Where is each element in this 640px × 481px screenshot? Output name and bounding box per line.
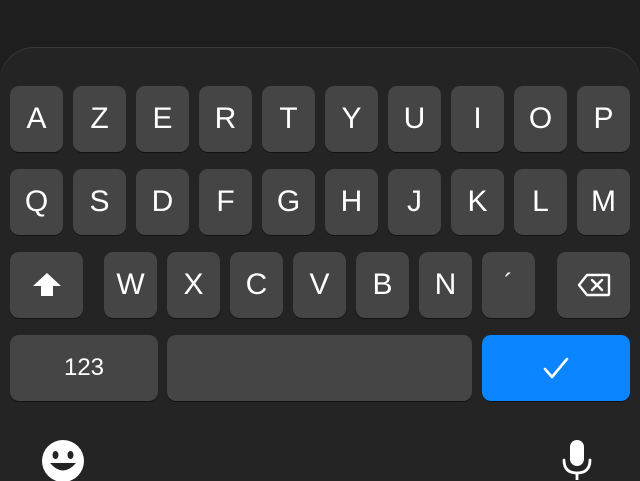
key-f[interactable]: F — [199, 169, 252, 235]
key-d[interactable]: D — [136, 169, 189, 235]
key-y[interactable]: Y — [325, 86, 378, 152]
key-c[interactable]: C — [230, 252, 283, 318]
backspace-icon — [577, 273, 610, 297]
key-b[interactable]: B — [356, 252, 409, 318]
key-r[interactable]: R — [199, 86, 252, 152]
key-k[interactable]: K — [451, 169, 504, 235]
key-v[interactable]: V — [293, 252, 346, 318]
done-key[interactable] — [482, 335, 630, 401]
emoji-icon — [42, 440, 84, 481]
key-x[interactable]: X — [167, 252, 220, 318]
key-w[interactable]: W — [104, 252, 157, 318]
key-j[interactable]: J — [388, 169, 441, 235]
dictation-button[interactable] — [560, 438, 594, 481]
checkmark-icon — [543, 357, 569, 379]
emoji-button[interactable] — [40, 438, 86, 481]
numbers-key[interactable]: 123 — [10, 335, 158, 401]
microphone-icon — [562, 440, 592, 480]
shift-key[interactable] — [10, 252, 83, 318]
key-o[interactable]: O — [514, 86, 567, 152]
key-g[interactable]: G — [262, 169, 315, 235]
delete-key[interactable] — [557, 252, 630, 318]
key-acute-accent[interactable]: ´ — [482, 252, 535, 318]
key-l[interactable]: L — [514, 169, 567, 235]
key-q[interactable]: Q — [10, 169, 63, 235]
key-m[interactable]: M — [577, 169, 630, 235]
key-h[interactable]: H — [325, 169, 378, 235]
key-z[interactable]: Z — [73, 86, 126, 152]
space-bar[interactable] — [167, 335, 472, 401]
key-u[interactable]: U — [388, 86, 441, 152]
key-a[interactable]: A — [10, 86, 63, 152]
key-e[interactable]: E — [136, 86, 189, 152]
key-n[interactable]: N — [419, 252, 472, 318]
keyboard: A Z E R T Y U I O P Q S D F G H J K L M … — [0, 48, 640, 481]
key-t[interactable]: T — [262, 86, 315, 152]
key-p[interactable]: P — [577, 86, 630, 152]
key-s[interactable]: S — [73, 169, 126, 235]
key-i[interactable]: I — [451, 86, 504, 152]
shift-icon — [32, 273, 61, 296]
